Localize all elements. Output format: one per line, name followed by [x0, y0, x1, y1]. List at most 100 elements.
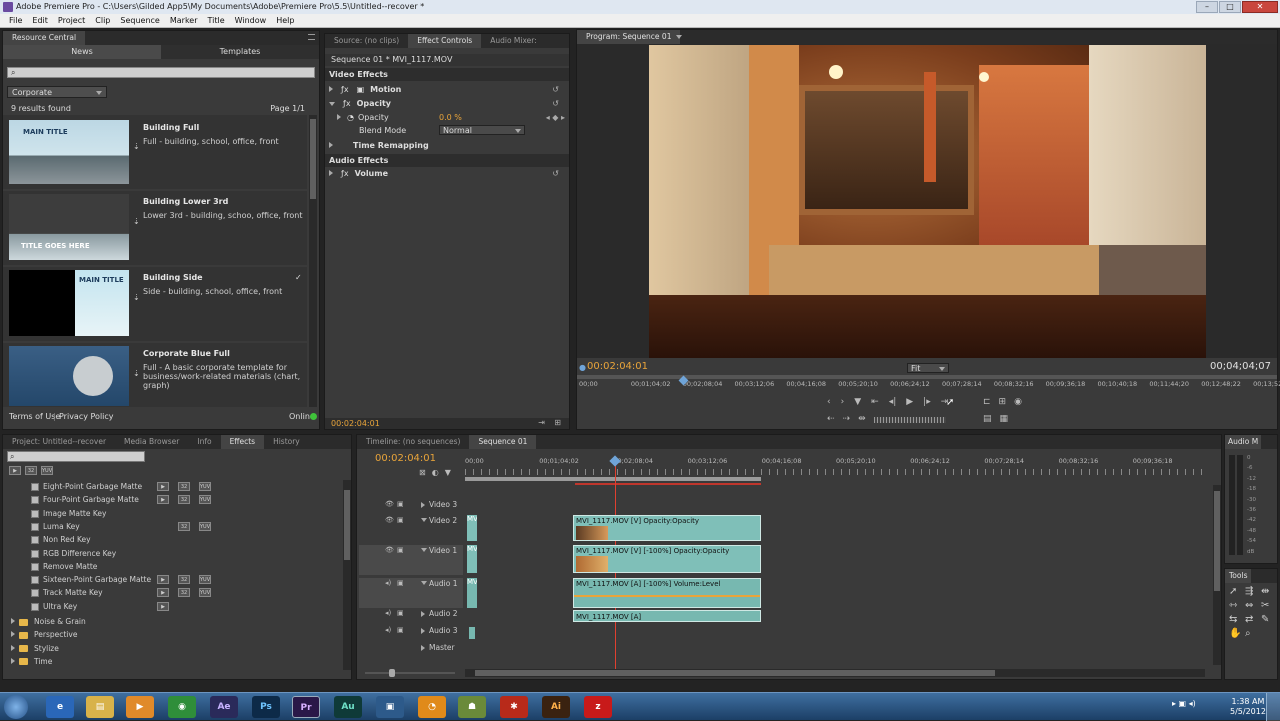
mark-out-icon[interactable]: ›: [841, 397, 845, 411]
timeline-v-scrollbar[interactable]: [1213, 485, 1221, 665]
32bit-effects-icon[interactable]: 32: [25, 466, 37, 475]
clip-audio-2[interactable]: MVI_1117.MOV [A]: [573, 610, 761, 622]
tab-history[interactable]: History: [264, 435, 309, 449]
after-effects-icon[interactable]: Ae: [210, 696, 238, 718]
toggle-output-icon[interactable]: 👁: [385, 546, 394, 554]
premiere-taskbar-icon[interactable]: Pr: [292, 696, 320, 718]
tab-timeline-none[interactable]: Timeline: (no sequences): [357, 435, 469, 449]
track-header[interactable]: 👁 ▣ Video 2: [359, 515, 463, 543]
template-item[interactable]: MAIN TITLE ⇣ Building Full Full - buildi…: [3, 115, 307, 189]
rate-stretch-tool-icon[interactable]: ⇔: [1245, 599, 1261, 613]
menu-file[interactable]: File: [4, 14, 27, 27]
photoshop-icon[interactable]: Ps: [252, 696, 280, 718]
expand-track-icon[interactable]: [421, 628, 425, 634]
track-header[interactable]: Master: [359, 642, 463, 656]
expand-icon[interactable]: [11, 631, 15, 638]
effect-folder[interactable]: Perspective: [11, 628, 351, 641]
effect-item[interactable]: Sixteen-Point Garbage Matte ▶ 32 YUV: [31, 573, 371, 586]
lock-track-icon[interactable]: ▣: [397, 516, 404, 524]
show-desktop-button[interactable]: [1266, 693, 1280, 721]
toggle-output-icon[interactable]: 👁: [385, 516, 394, 524]
start-button[interactable]: [4, 695, 28, 719]
reset-icon[interactable]: ↺: [552, 168, 559, 180]
program-timecode[interactable]: 00:02:04:01: [587, 361, 648, 372]
effects-scrollbar[interactable]: [343, 480, 351, 670]
clip-stub[interactable]: MV: [467, 578, 477, 608]
file-explorer-icon[interactable]: ▤: [86, 696, 114, 718]
lift-icon[interactable]: ⊏: [983, 397, 991, 411]
razor-tool-icon[interactable]: ✂: [1261, 599, 1277, 613]
template-item[interactable]: ⇣ Corporate Blue Full Full - A basic cor…: [3, 343, 307, 407]
download-icon[interactable]: ⇣: [133, 293, 140, 302]
expand-track-icon[interactable]: [421, 611, 425, 617]
fx-icon[interactable]: ƒx: [341, 85, 349, 94]
effect-item[interactable]: Remove Matte: [31, 560, 371, 573]
menu-clip[interactable]: Clip: [90, 14, 115, 27]
utility-icon[interactable]: ✱: [500, 696, 528, 718]
snap-icon[interactable]: ⊠: [419, 468, 426, 477]
lock-track-icon[interactable]: ▣: [397, 609, 404, 617]
track-header[interactable]: 👁 ▣ Video 1: [359, 545, 463, 575]
lock-track-icon[interactable]: ▣: [397, 626, 404, 634]
panel-menu-icon[interactable]: [308, 34, 315, 40]
tab-source[interactable]: Source: (no clips): [325, 34, 408, 48]
effect-item[interactable]: RGB Difference Key: [31, 547, 371, 560]
blender-icon[interactable]: ◔: [418, 696, 446, 718]
templates-tab[interactable]: Templates: [161, 45, 319, 59]
scrollbar[interactable]: [309, 115, 317, 407]
output-icon[interactable]: ▦: [1000, 414, 1009, 426]
time-remapping-row[interactable]: Time Remapping: [329, 140, 565, 152]
chevron-down-icon[interactable]: [676, 35, 683, 39]
zynga-icon[interactable]: z: [584, 696, 612, 718]
menu-edit[interactable]: Edit: [27, 14, 53, 27]
toggle-audio-icon[interactable]: ◂): [385, 626, 391, 634]
expand-icon[interactable]: [11, 618, 15, 624]
privacy-link[interactable]: Privacy Policy: [59, 412, 114, 421]
resource-central-tab[interactable]: Resource Central: [3, 31, 86, 45]
clip-audio-1[interactable]: MVI_1117.MOV [A] [-100%] Volume:Level: [573, 578, 761, 608]
zoom-slider[interactable]: [365, 669, 455, 677]
expand-track-icon[interactable]: [421, 548, 427, 552]
opacity-effect-row[interactable]: ƒx Opacity ↺: [329, 98, 565, 110]
download-icon[interactable]: ⇣: [133, 142, 140, 151]
reset-icon[interactable]: ↺: [552, 98, 559, 110]
settings-icon[interactable]: ⊞: [554, 418, 561, 427]
expand-track-icon[interactable]: [421, 502, 425, 508]
zoom-tool-icon[interactable]: ⌕: [1245, 627, 1261, 641]
game-icon[interactable]: ☗: [458, 696, 486, 718]
expand-track-icon[interactable]: [421, 581, 427, 585]
effect-item[interactable]: Track Matte Key ▶ 32 YUV: [31, 586, 371, 599]
stopwatch-icon[interactable]: ◔: [347, 113, 354, 122]
selection-tool-icon[interactable]: ➚: [1229, 585, 1245, 599]
close-button[interactable]: ✕: [1242, 1, 1278, 13]
expand-icon[interactable]: [329, 86, 333, 92]
news-tab[interactable]: News: [3, 45, 161, 59]
toggle-output-icon[interactable]: 👁: [385, 500, 394, 508]
expand-icon[interactable]: [11, 657, 15, 664]
effect-folder[interactable]: Stylize: [11, 642, 351, 655]
template-item[interactable]: TITLE GOES HERE ⇣ Building Lower 3rd Low…: [3, 191, 307, 265]
menu-window[interactable]: Window: [230, 14, 272, 27]
download-icon[interactable]: ⇣: [133, 217, 140, 226]
tab-effects[interactable]: Effects: [220, 435, 265, 449]
effect-item[interactable]: Luma Key 32 YUV: [31, 520, 371, 533]
effect-item[interactable]: Ultra Key ▶: [31, 600, 371, 613]
minimize-button[interactable]: –: [1196, 1, 1218, 13]
clip-video-2[interactable]: MVI_1117.MOV [V] Opacity:Opacity: [573, 515, 761, 541]
effect-item[interactable]: Image Matte Key: [31, 507, 371, 520]
trim-icon[interactable]: ⇹: [858, 414, 866, 426]
media-player-icon[interactable]: ▶: [126, 696, 154, 718]
blend-mode-dropdown[interactable]: Normal: [439, 125, 525, 135]
safe-margins-icon[interactable]: ▤: [983, 414, 992, 426]
tab-project[interactable]: Project: Untitled--recover: [3, 435, 115, 449]
motion-effect-row[interactable]: ƒx ▣ Motion ↺: [329, 84, 565, 96]
toggle-audio-icon[interactable]: ◂): [385, 579, 391, 587]
resource-search-input[interactable]: ⌕: [7, 67, 315, 78]
keyframe-nav-icon[interactable]: ◂ ◆ ▸: [546, 112, 565, 124]
pen-tool-icon[interactable]: ✎: [1261, 613, 1277, 627]
export-icon[interactable]: ⇥: [538, 418, 545, 427]
clip-stub[interactable]: MV: [467, 515, 477, 541]
expand-icon[interactable]: [11, 644, 15, 651]
tray-icons[interactable]: ▸ ▣ ◂): [1172, 699, 1196, 708]
audition-icon[interactable]: Au: [334, 696, 362, 718]
